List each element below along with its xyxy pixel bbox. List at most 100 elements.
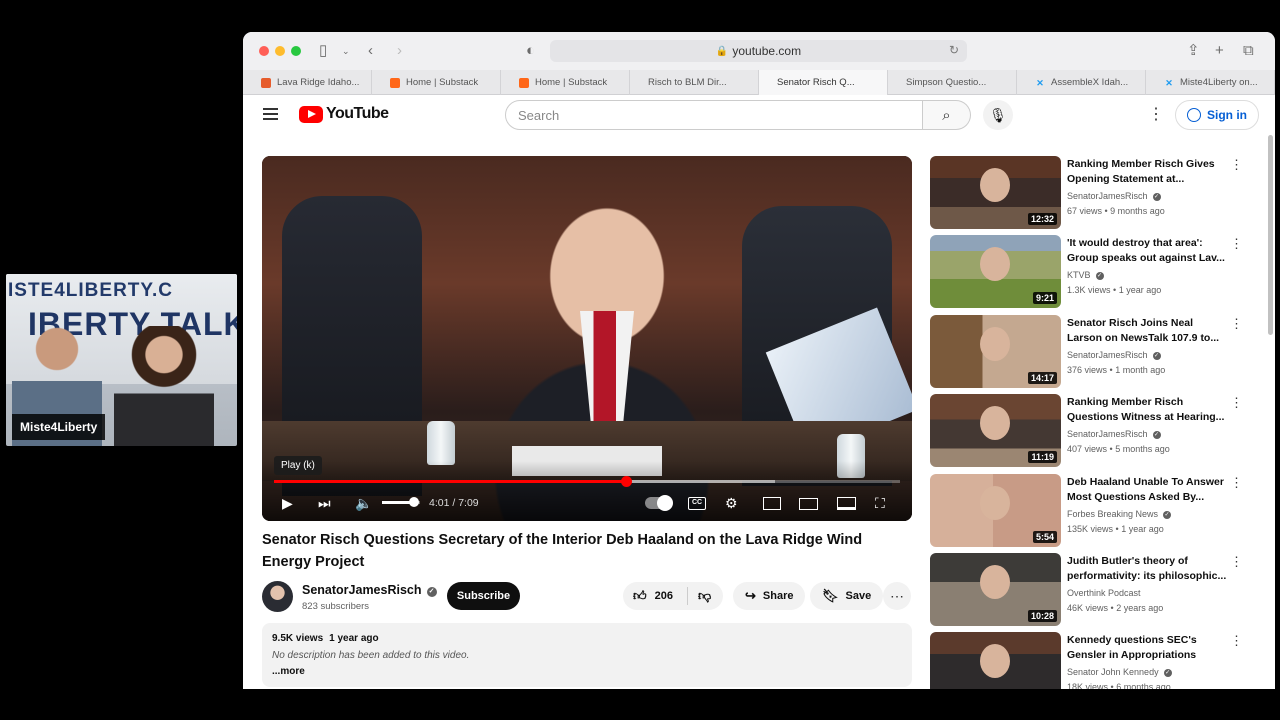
browser-tab[interactable]: ✕ AssembleX Idah... [1017,70,1146,95]
scrubber-handle[interactable] [620,476,632,487]
more-options-icon[interactable]: ⋮ [1230,316,1243,332]
tab-overview-icon[interactable]: ⧉ [1243,41,1254,61]
autoplay-toggle[interactable] [645,495,673,511]
captions-icon[interactable]: CC [688,497,706,510]
channel-avatar[interactable] [262,581,293,612]
search-button[interactable]: ⌕ [923,100,971,130]
maximize-window-button[interactable] [291,46,301,56]
page-scrollbar[interactable] [1268,135,1273,335]
upload-date: 1 year ago [329,633,379,644]
back-icon[interactable]: ‹ [368,41,373,61]
more-options-icon[interactable]: ⋮ [1230,475,1243,491]
cast-icon[interactable] [837,497,856,510]
theater-mode-icon[interactable] [799,498,818,510]
browser-tab-label: Lava Ridge Idaho... [277,77,360,88]
video-player[interactable]: Play (k) ▶ ⏭ 🔈 4:01 / 7:09 CC ⚙ ⛶ [262,156,912,521]
recommended-title[interactable]: Deb Haaland Unable To Answer Most Questi… [1067,475,1227,505]
privacy-shield-icon[interactable]: ◐ [526,41,535,61]
recommended-channel[interactable]: SenatorJamesRisch [1067,191,1148,201]
gear-icon[interactable]: ⚙ [725,495,738,511]
channel-name-row[interactable]: SenatorJamesRisch ✓ [302,583,437,597]
recommended-video[interactable]: 14:17 Senator Risch Joins Neal Larson on … [930,315,1260,389]
more-options-icon[interactable]: ⋮ [1230,633,1243,649]
recommended-title[interactable]: 'It would destroy that area': Group spea… [1067,236,1227,266]
recommended-channel-row: Senator John Kennedy ✓ [1067,667,1172,677]
minimize-window-button[interactable] [275,46,285,56]
reload-icon[interactable]: ↻ [949,43,959,57]
recommended-age: 6 months ago [1116,682,1171,689]
show-more-link[interactable]: ...more [272,666,902,677]
progress-bar[interactable] [274,476,900,487]
recommended-video[interactable]: 9:21 'It would destroy that area': Group … [930,235,1260,309]
recommended-channel[interactable]: SenatorJamesRisch [1067,350,1148,360]
recommended-video[interactable]: 10:28 Judith Butler's theory of performat… [930,553,1260,627]
forward-icon[interactable]: › [397,41,402,61]
channel-name[interactable]: SenatorJamesRisch [302,583,422,597]
recommended-channel[interactable]: SenatorJamesRisch [1067,429,1148,439]
description-box[interactable]: 9.5K views 1 year ago No description has … [262,623,912,687]
settings-kebab-icon[interactable]: ⋮ [1148,105,1164,125]
video-thumbnail[interactable]: 11:19 [930,394,1061,467]
sidebar-toggle-icon[interactable]: ▯ [319,41,327,61]
video-thumbnail[interactable] [930,632,1061,689]
browser-tab[interactable]: ✕ Miste4Liberty on... [1146,70,1275,95]
lock-icon: 🔒 [715,45,729,57]
dislike-button[interactable]: 👎︎ [688,588,711,604]
volume-slider[interactable] [382,497,420,507]
video-thumbnail[interactable]: 5:54 [930,474,1061,547]
account-icon [1187,108,1201,122]
recommended-title[interactable]: Kennedy questions SEC's Gensler in Appro… [1067,633,1227,663]
recommended-video[interactable]: 11:19 Ranking Member Risch Questions Witn… [930,394,1260,468]
youtube-logo-text: YouTube [326,105,389,122]
recommended-video[interactable]: 5:54 Deb Haaland Unable To Answer Most Qu… [930,474,1260,548]
recommended-meta: 46K views • 2 years ago [1067,603,1164,613]
like-button[interactable]: 👍︎ 206 [623,587,688,605]
video-thumbnail[interactable]: 14:17 [930,315,1061,388]
video-thumbnail[interactable]: 9:21 [930,235,1061,308]
more-options-icon[interactable]: ⋮ [1230,554,1243,570]
share-icon[interactable]: ⇪ [1187,41,1200,61]
sign-in-label: Sign in [1207,108,1247,122]
new-tab-icon[interactable]: + [1215,41,1224,61]
close-window-button[interactable] [259,46,269,56]
miniplayer-icon[interactable] [763,497,781,510]
recommended-channel[interactable]: Forbes Breaking News [1067,509,1158,519]
more-options-icon[interactable]: ⋮ [1230,157,1243,173]
more-options-icon[interactable]: ⋮ [1230,395,1243,411]
recommended-title[interactable]: Judith Butler's theory of performativity… [1067,554,1227,584]
browser-tab[interactable]: Lava Ridge Idaho... [243,70,372,95]
sign-in-button[interactable]: Sign in [1175,100,1259,130]
browser-tab[interactable]: Senator Risch Q... [759,70,888,95]
video-thumbnail[interactable]: 12:32 [930,156,1061,229]
recommended-title[interactable]: Ranking Member Risch Questions Witness a… [1067,395,1227,425]
browser-tab[interactable]: Simpson Questio... [888,70,1017,95]
youtube-logo[interactable]: YouTube [299,105,389,123]
video-thumbnail[interactable]: 10:28 [930,553,1061,626]
fullscreen-icon[interactable]: ⛶ [875,495,885,511]
browser-tab[interactable]: Home | Substack [372,70,501,95]
video-duration: 10:28 [1027,610,1057,622]
more-actions-button[interactable]: ⋯ [883,582,911,610]
voice-search-button[interactable]: 🎙 [983,100,1013,130]
more-options-icon[interactable]: ⋮ [1230,236,1243,252]
subscribe-button[interactable]: Subscribe [447,582,520,610]
recommended-channel[interactable]: Overthink Podcast [1067,588,1141,598]
recommended-title[interactable]: Senator Risch Joins Neal Larson on NewsT… [1067,316,1227,346]
share-button[interactable]: ↪ Share [733,582,806,610]
play-icon[interactable]: ▶ [282,495,293,511]
save-button[interactable]: 🔖︎ Save [810,582,884,610]
address-bar[interactable]: 🔒 youtube.com ↻ [550,40,967,62]
recommended-channel[interactable]: Senator John Kennedy [1067,667,1159,677]
recommended-channel[interactable]: KTVB [1067,270,1091,280]
recommended-video[interactable]: 12:32 Ranking Member Risch Gives Opening … [930,156,1260,230]
volume-icon[interactable]: 🔈 [355,495,372,511]
next-icon[interactable]: ⏭ [318,495,331,511]
recommended-video[interactable]: Kennedy questions SEC's Gensler in Appro… [930,632,1260,689]
recommended-title[interactable]: Ranking Member Risch Gives Opening State… [1067,157,1227,187]
menu-icon[interactable] [263,108,278,120]
chevron-down-icon[interactable]: ⌄ [342,41,350,61]
browser-tab[interactable]: Risch to BLM Dir... [630,70,759,95]
browser-tab[interactable]: Home | Substack [501,70,630,95]
webcam-overlay: ISTE4LIBERTY.C IBERTY TALK Miste4Liberty [6,274,237,446]
search-input[interactable]: Search [505,100,923,130]
